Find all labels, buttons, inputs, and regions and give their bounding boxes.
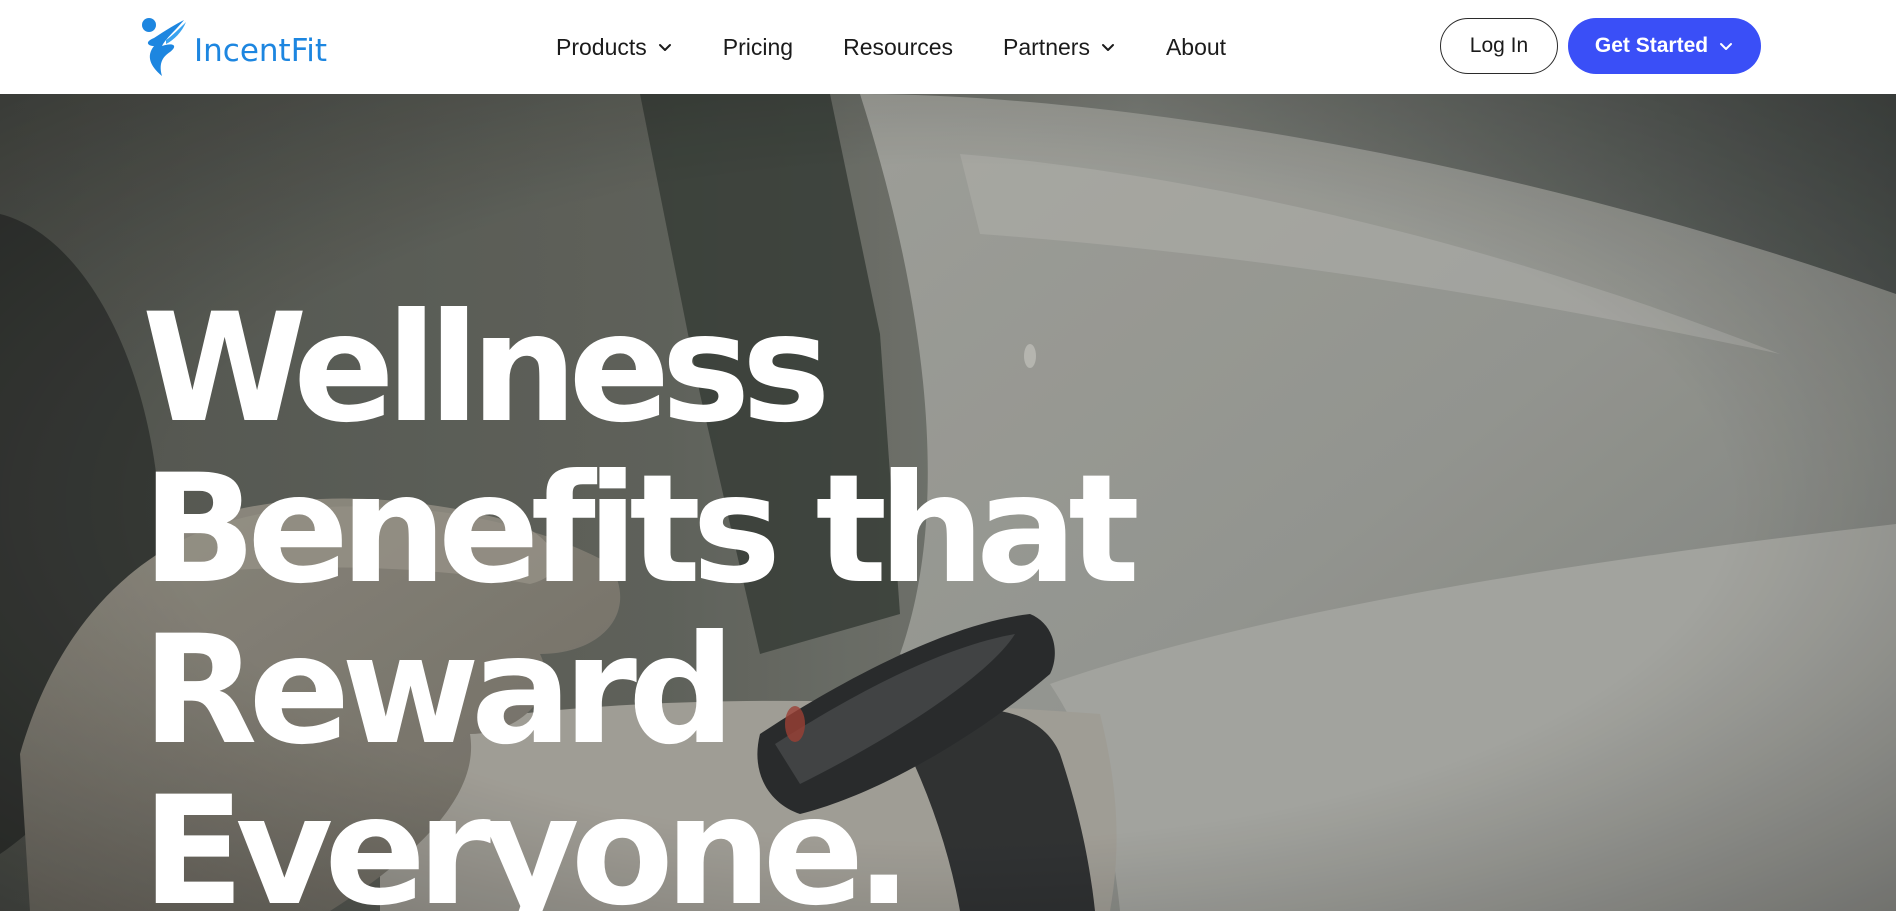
chevron-down-icon xyxy=(658,44,671,51)
nav-item-label: Products xyxy=(556,33,647,60)
nav-item-label: Partners xyxy=(1003,33,1090,60)
site-header: IncentFit Products Pricing Resources Par… xyxy=(0,0,1896,94)
hero-section: Wellness Benefits that Reward Everyone. xyxy=(0,94,1896,911)
nav-item-products[interactable]: Products xyxy=(556,34,673,61)
nav-item-label: Pricing xyxy=(722,33,794,60)
nav-item-about[interactable]: About xyxy=(1166,34,1226,61)
get-started-label: Get Started xyxy=(1594,34,1709,57)
person-figure-icon xyxy=(142,18,186,76)
get-started-button[interactable]: Get Started xyxy=(1568,18,1761,74)
nav-item-partners[interactable]: Partners xyxy=(1003,34,1116,61)
nav-item-pricing[interactable]: Pricing xyxy=(723,34,793,61)
nav-item-label: About xyxy=(1165,33,1227,60)
hero-headline: Wellness Benefits that Reward Everyone. xyxy=(142,289,1142,911)
main-nav: Products Pricing Resources Partners Abou… xyxy=(556,0,1276,94)
hero-headline-line: Everyone. xyxy=(142,765,912,911)
nav-item-resources[interactable]: Resources xyxy=(843,34,953,61)
login-button[interactable]: Log In xyxy=(1440,18,1558,74)
hero-headline-line: Reward xyxy=(142,604,735,778)
brand-logo[interactable]: IncentFit xyxy=(140,16,327,80)
brand-name: IncentFit xyxy=(194,33,328,69)
hero-headline-line: Wellness xyxy=(142,282,831,456)
chevron-down-icon xyxy=(1101,44,1114,51)
nav-item-label: Resources xyxy=(843,33,954,60)
chevron-down-icon xyxy=(1720,43,1733,50)
hero-headline-line: Benefits that xyxy=(142,443,1140,617)
